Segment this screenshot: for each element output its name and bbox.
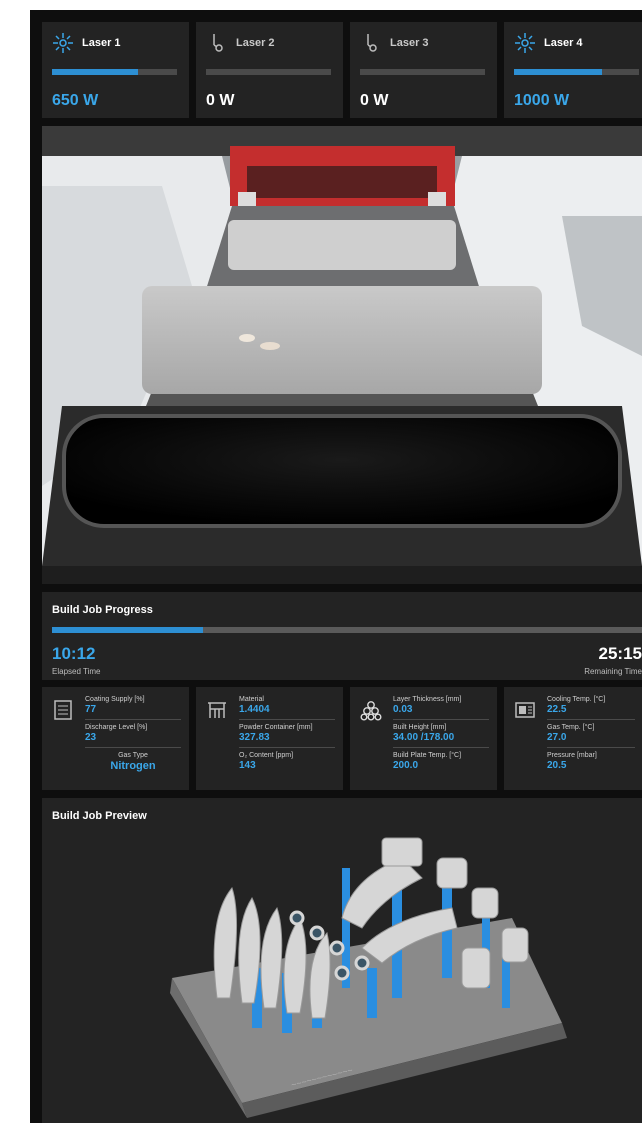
metric-card-coating: Coating Supply [%] 77 Discharge Level [%]… <box>42 687 189 790</box>
laser-power-bar <box>206 69 331 75</box>
metric-card-cooling: Cooling Temp. [°C] 22.5 Gas Temp. [°C] 27.… <box>504 687 642 790</box>
metric-value: 34.00 /178.00 <box>393 732 455 743</box>
laser-inactive-icon <box>213 34 223 52</box>
progress-title: Build Job Progress <box>52 604 153 616</box>
laser-power-value: 1000 W <box>514 92 570 109</box>
metric-card-material: Material 1.4404 Powder Container [mm] 327.… <box>196 687 343 790</box>
metric-label: Cooling Temp. [°C] <box>547 696 606 703</box>
cooling-icon <box>515 702 535 718</box>
metric-value: 327.83 <box>239 732 270 743</box>
metric-value: 27.0 <box>547 732 567 743</box>
elapsed-time-label: Elapsed Time <box>52 667 101 676</box>
laser-card-2[interactable]: Laser 2 0 W <box>196 22 343 118</box>
metric-value: 77 <box>85 704 97 715</box>
build-job-preview-panel: Build Job Preview ~~~~~~~~~~~~ <box>42 798 642 1123</box>
metric-value: 22.5 <box>547 704 567 715</box>
remaining-time-label: Remaining Time <box>584 667 642 676</box>
metric-label: Coating Supply [%] <box>85 696 145 703</box>
table-frame-icon <box>208 702 226 718</box>
laser-card-3[interactable]: Laser 3 0 W <box>350 22 497 118</box>
metric-card-layer: Layer Thickness [mm] 0.03 Built Height [m… <box>350 687 497 790</box>
container-icon <box>54 700 72 720</box>
metric-label: Built Height [mm] <box>393 724 447 731</box>
laser-active-icon <box>53 33 73 53</box>
laser-power-bar <box>514 69 639 75</box>
metric-label: Discharge Level [%] <box>85 724 148 731</box>
laser-name: Laser 3 <box>390 37 429 49</box>
metric-label: Powder Container [mm] <box>239 724 313 731</box>
metric-value: 143 <box>239 760 256 771</box>
metric-value: Nitrogen <box>110 760 156 772</box>
metric-label: Gas Type <box>118 752 148 759</box>
elapsed-time-value: 10:12 <box>52 644 96 663</box>
laser-power-value: 650 W <box>52 92 99 109</box>
build-job-progress-panel: Build Job Progress 10:12 Elapsed Time 25… <box>42 592 642 680</box>
build-chamber-camera-view <box>42 126 642 584</box>
laser-power-bar <box>52 69 177 75</box>
laser-card-1[interactable]: Laser 1 650 W <box>42 22 189 118</box>
laser-name: Laser 1 <box>82 37 121 49</box>
laser-card-4[interactable]: Laser 4 1000 W <box>504 22 642 118</box>
laser-power-value: 0 W <box>360 92 389 109</box>
metric-label: Material <box>239 696 264 703</box>
metric-label: Layer Thickness [mm] <box>393 696 462 703</box>
powder-stack-icon <box>360 701 382 721</box>
metric-label: O₂ Content [ppm] <box>239 752 294 759</box>
metric-value: 0.03 <box>393 704 413 715</box>
metric-value: 1.4404 <box>239 704 270 715</box>
laser-name: Laser 4 <box>544 37 583 49</box>
metric-label: Pressure [mbar] <box>547 752 597 759</box>
dashboard: Laser 1 650 W Laser 2 0 W Laser 3 0 W La… <box>30 10 642 1123</box>
laser-power-value: 0 W <box>206 92 235 109</box>
laser-inactive-icon <box>367 34 377 52</box>
remaining-time-value: 25:15 <box>598 644 642 663</box>
metric-value: 23 <box>85 732 97 743</box>
metric-label: Build Plate Temp. [°C] <box>393 752 462 759</box>
metric-value: 200.0 <box>393 760 419 771</box>
laser-name: Laser 2 <box>236 37 275 49</box>
build-progress-bar <box>52 627 642 633</box>
metric-label: Gas Temp. [°C] <box>547 724 595 731</box>
laser-active-icon <box>515 33 535 53</box>
laser-power-bar <box>360 69 485 75</box>
metric-value: 20.5 <box>547 760 567 771</box>
build-preview-3d-model[interactable]: ~~~~~~~~~~~~ <box>42 798 642 1123</box>
